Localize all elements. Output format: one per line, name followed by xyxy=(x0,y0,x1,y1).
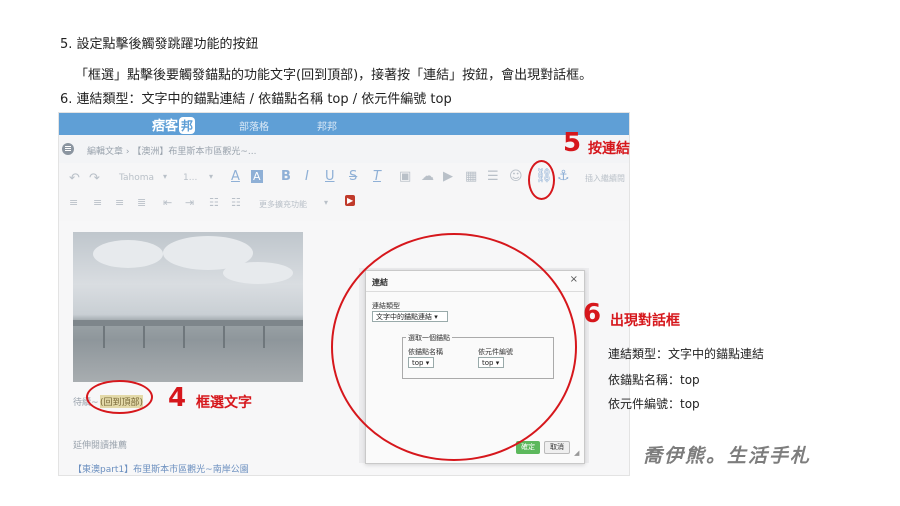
insert-read-more[interactable]: 插入繼續閱 xyxy=(585,173,625,184)
step5-heading: 5. 設定點擊後觸發跳躍功能的按鈕 xyxy=(60,37,259,52)
resize-handle-icon[interactable]: ◢ xyxy=(574,449,579,457)
article-photo xyxy=(73,232,303,382)
logo-badge: 邦 xyxy=(179,117,196,134)
emoji-icon[interactable]: ☺ xyxy=(509,169,523,184)
align-right-icon[interactable]: ≡ xyxy=(115,196,124,209)
close-icon[interactable]: × xyxy=(570,274,578,285)
step5-number: 5 xyxy=(563,128,582,158)
indent-icon[interactable]: ⇥ xyxy=(185,196,194,209)
selection-highlight xyxy=(86,380,153,414)
upload-icon[interactable]: ☁ xyxy=(421,169,434,184)
more-features-select[interactable]: 更多擴充功能 xyxy=(259,199,307,210)
breadcrumb: 編輯文章 › 【澳洲】布里斯本市區觀光~... xyxy=(59,135,629,163)
align-center-icon[interactable]: ≡ xyxy=(93,196,102,209)
step6-number: 6 xyxy=(583,299,602,329)
clear-format-icon[interactable]: T xyxy=(373,169,381,184)
step5-detail: 「框選」點擊後要觸發錨點的功能文字(回到頂部)，接著按「連結」按鈕，會出現對話框… xyxy=(75,68,593,83)
step6-label: 出現對話框 xyxy=(610,313,680,329)
chevron-down-icon[interactable]: ▾ xyxy=(324,198,328,207)
related-article-link[interactable]: 【東澳part1】布里斯本市區觀光~南岸公園 xyxy=(73,462,249,475)
horizontal-rule-icon[interactable]: ☰ xyxy=(487,169,499,184)
redo-icon[interactable]: ↷ xyxy=(89,171,100,186)
undo-icon[interactable]: ↶ xyxy=(69,171,80,186)
side-note-element-id: 依元件編號：top xyxy=(608,397,700,411)
underline-icon[interactable]: U xyxy=(325,169,335,184)
step4-label: 框選文字 xyxy=(196,395,252,411)
side-note-anchor-name: 依錨點名稱：top xyxy=(608,373,700,387)
font-size-select[interactable]: 1... xyxy=(183,173,197,183)
chevron-down-icon[interactable]: ▾ xyxy=(163,172,167,181)
anchor-icon[interactable]: ⚓ xyxy=(557,168,570,184)
menu-icon[interactable] xyxy=(62,143,74,155)
editor-topbar: 痞客邦 部落格 邦邦 xyxy=(59,113,629,135)
table-icon[interactable]: ▦ xyxy=(465,169,477,184)
bold-icon[interactable]: B xyxy=(281,169,291,184)
site-logo[interactable]: 痞客邦 xyxy=(152,115,196,134)
cancel-button[interactable]: 取消 xyxy=(544,441,570,454)
video-icon[interactable]: ▶ xyxy=(443,169,453,184)
numbered-list-icon[interactable]: ☷ xyxy=(231,196,241,209)
step6-heading: 6. 連結類型：文字中的錨點連結 / 依錨點名稱 top / 依元件編號 top xyxy=(60,92,452,107)
watermark: 喬伊熊。生活手札 xyxy=(643,445,812,467)
extended-reading-heading: 延伸閱讀推薦 xyxy=(73,441,128,451)
breadcrumb-text: 編輯文章 › 【澳洲】布里斯本市區觀光~... xyxy=(87,147,257,157)
highlight-icon[interactable]: A xyxy=(251,170,263,183)
side-note-link-type: 連結類型：文字中的錨點連結 xyxy=(608,347,765,361)
italic-icon[interactable]: I xyxy=(305,169,309,184)
step4-number: 4 xyxy=(168,383,187,413)
nav-bangbang[interactable]: 邦邦 xyxy=(317,118,337,133)
bullet-list-icon[interactable]: ☷ xyxy=(209,196,219,209)
font-name-select[interactable]: Tahoma xyxy=(119,173,154,183)
align-left-icon[interactable]: ≡ xyxy=(69,196,78,209)
font-color-icon[interactable]: A xyxy=(231,169,240,184)
strike-icon[interactable]: S xyxy=(349,169,357,184)
align-justify-icon[interactable]: ≣ xyxy=(137,196,146,209)
step5-label: 按連結 xyxy=(588,141,630,157)
image-icon[interactable]: ▣ xyxy=(399,169,411,184)
outdent-icon[interactable]: ⇤ xyxy=(163,196,172,209)
dialog-highlight xyxy=(331,233,577,461)
chevron-down-icon[interactable]: ▾ xyxy=(209,172,213,181)
nav-blog[interactable]: 部落格 xyxy=(239,118,269,133)
youtube-icon[interactable]: ▶ xyxy=(345,195,356,206)
link-button-highlight xyxy=(528,160,555,200)
